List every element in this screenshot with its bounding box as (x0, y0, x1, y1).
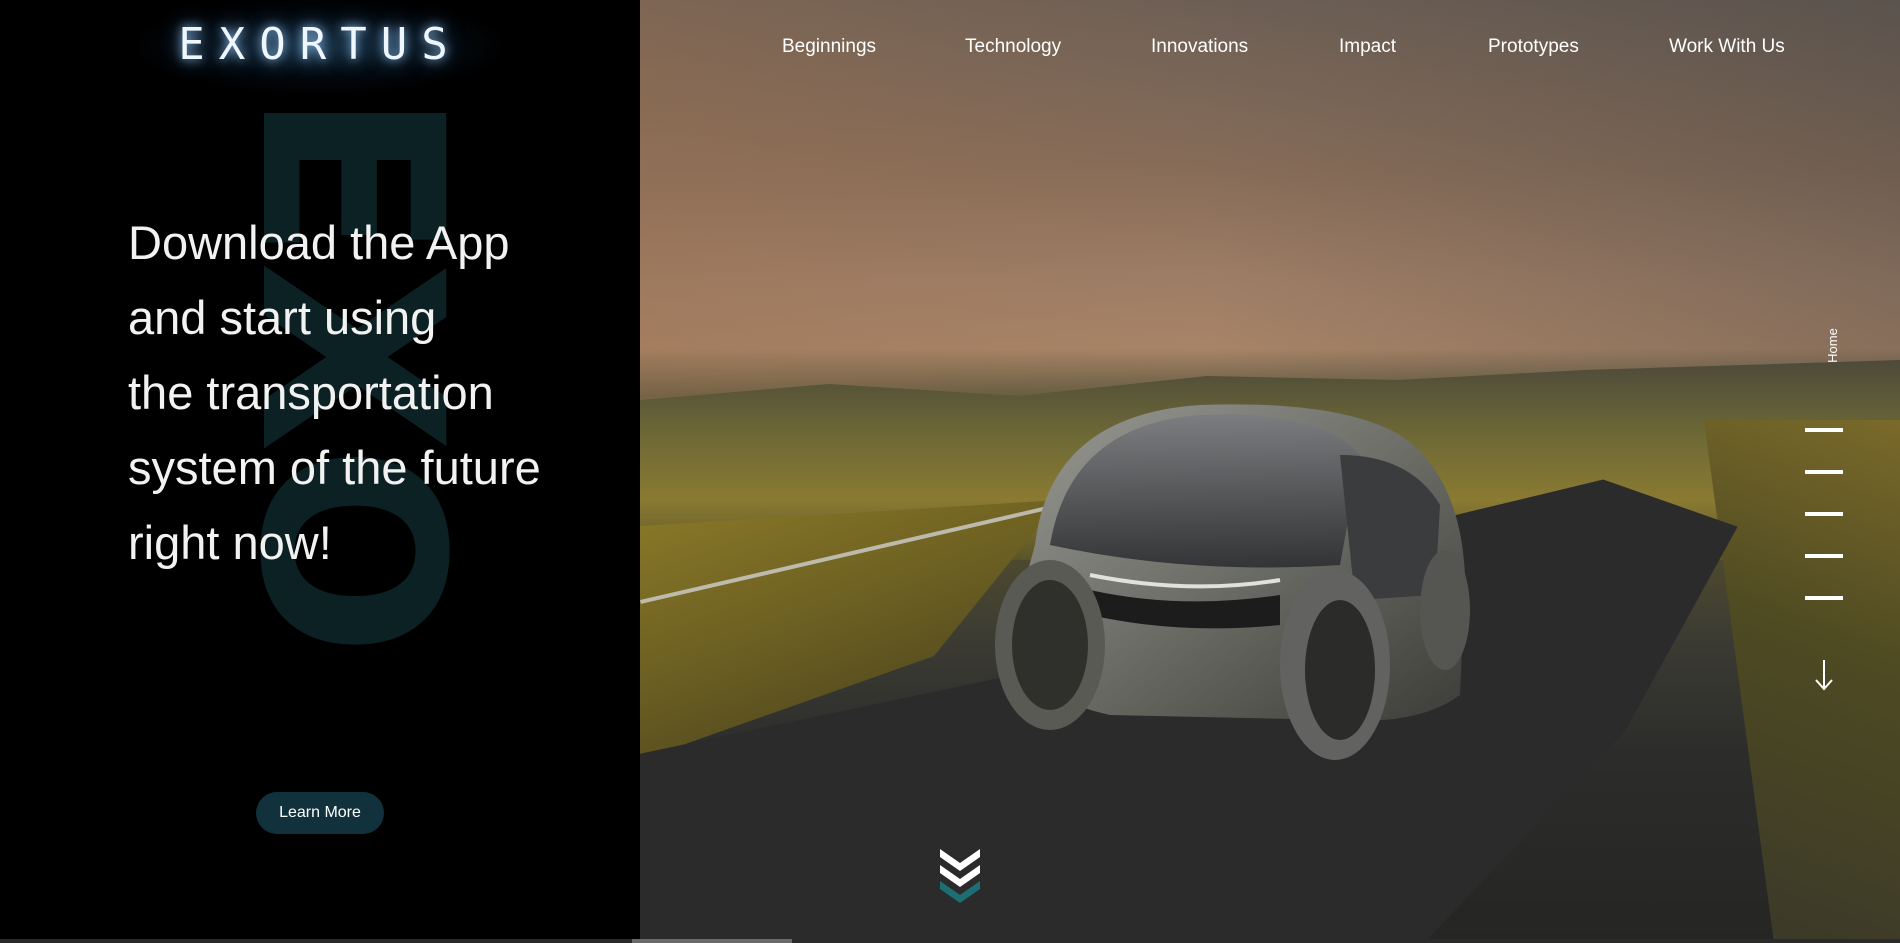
logo[interactable]: EXORTUS (178, 19, 461, 70)
headline-line: Download the App (128, 216, 510, 269)
double-chevron-down-icon[interactable] (938, 845, 982, 905)
section-dot[interactable] (1805, 470, 1843, 474)
section-dot[interactable] (1805, 596, 1843, 600)
section-dot[interactable] (1805, 428, 1843, 432)
vehicle-pod (995, 404, 1470, 760)
headline-line: system of the future (128, 441, 541, 494)
nav-item-innovations[interactable]: Innovations (1151, 36, 1248, 58)
section-dots (1805, 428, 1843, 638)
horizontal-scrollbar[interactable] (632, 939, 792, 943)
left-panel: EXO EXORTUS Download the App and start u… (0, 0, 640, 943)
bottom-track (0, 939, 1900, 943)
section-label: Home (1824, 328, 1840, 363)
nav-item-technology[interactable]: Technology (965, 36, 1061, 58)
headline-line: and start using (128, 291, 437, 344)
hero-headline: Download the App and start using the tra… (128, 205, 598, 580)
learn-more-button[interactable]: Learn More (256, 792, 384, 834)
nav-item-impact[interactable]: Impact (1339, 36, 1396, 58)
section-dot[interactable] (1805, 554, 1843, 558)
hero-image (640, 0, 1900, 943)
nav-item-beginnings[interactable]: Beginnings (782, 36, 876, 58)
section-dot[interactable] (1805, 512, 1843, 516)
headline-line: right now! (128, 516, 332, 569)
nav-item-work-with-us[interactable]: Work With Us (1669, 36, 1785, 58)
headline-line: the transportation (128, 366, 494, 419)
top-nav: Beginnings Technology Innovations Impact… (640, 0, 1900, 96)
nav-item-prototypes[interactable]: Prototypes (1488, 36, 1579, 58)
logo-area[interactable]: EXORTUS (140, 0, 500, 92)
arrow-down-icon[interactable] (1813, 658, 1835, 692)
